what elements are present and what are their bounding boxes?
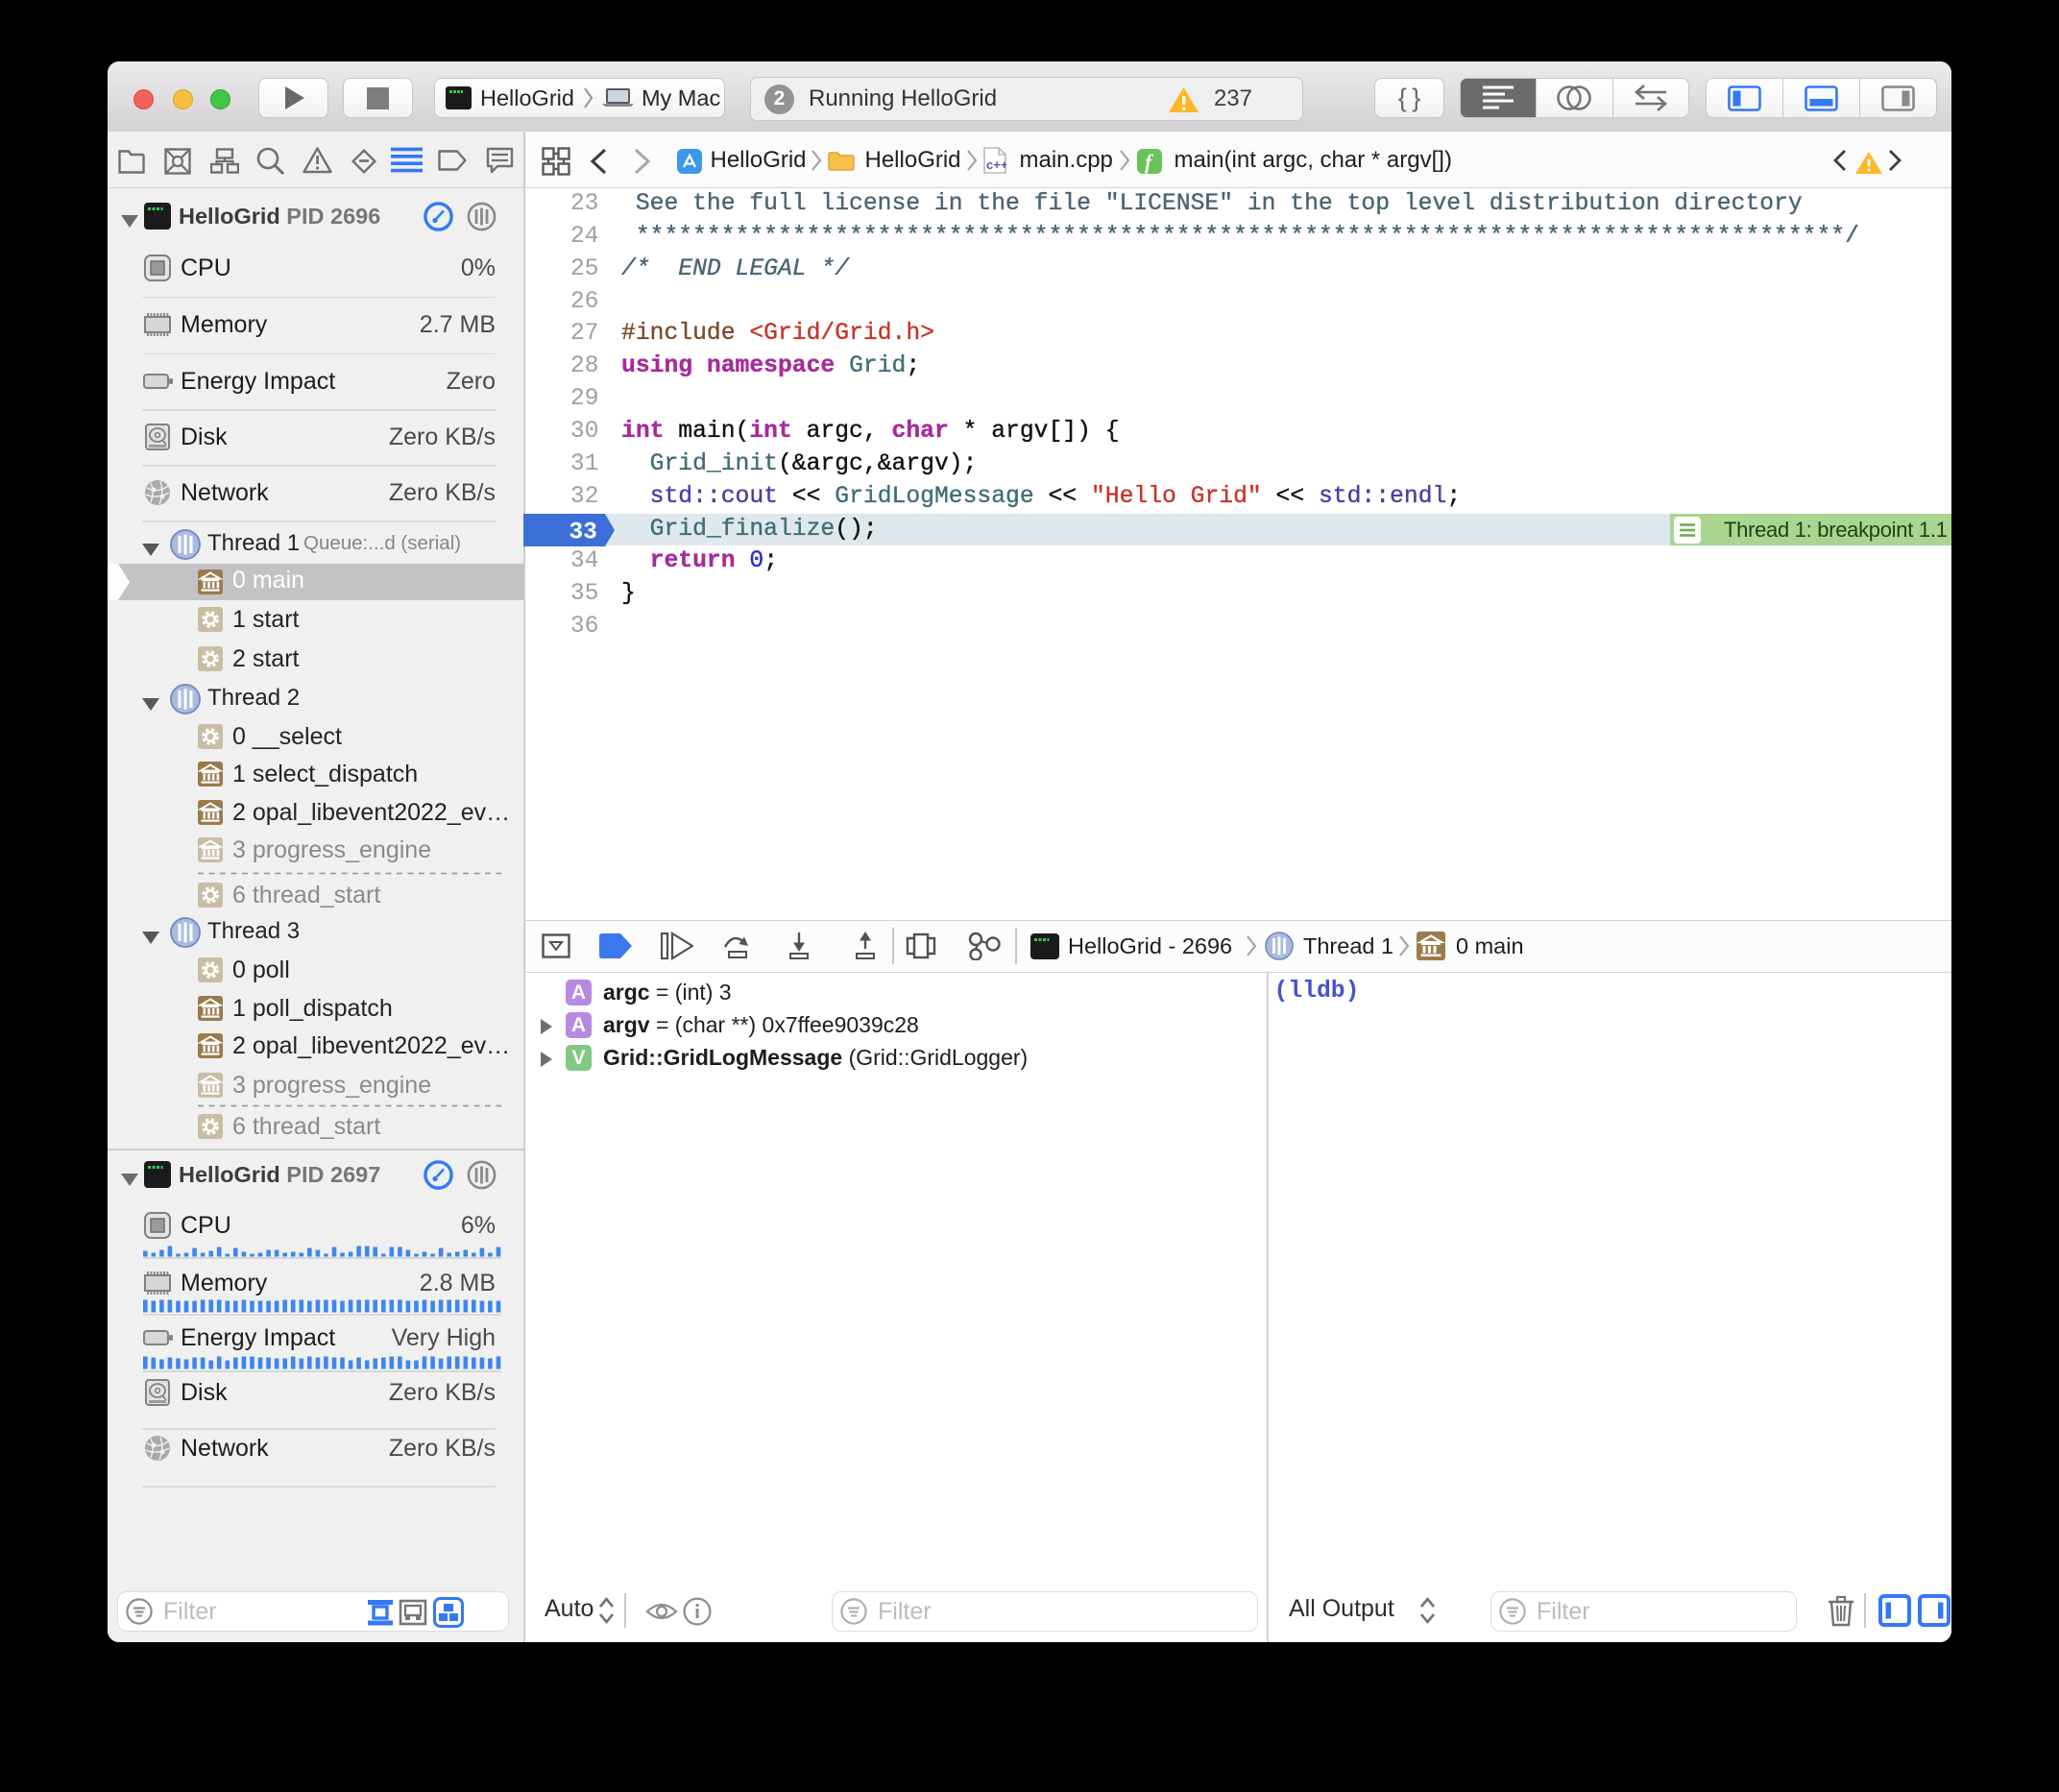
svg-text:c++: c++ (986, 157, 1006, 172)
